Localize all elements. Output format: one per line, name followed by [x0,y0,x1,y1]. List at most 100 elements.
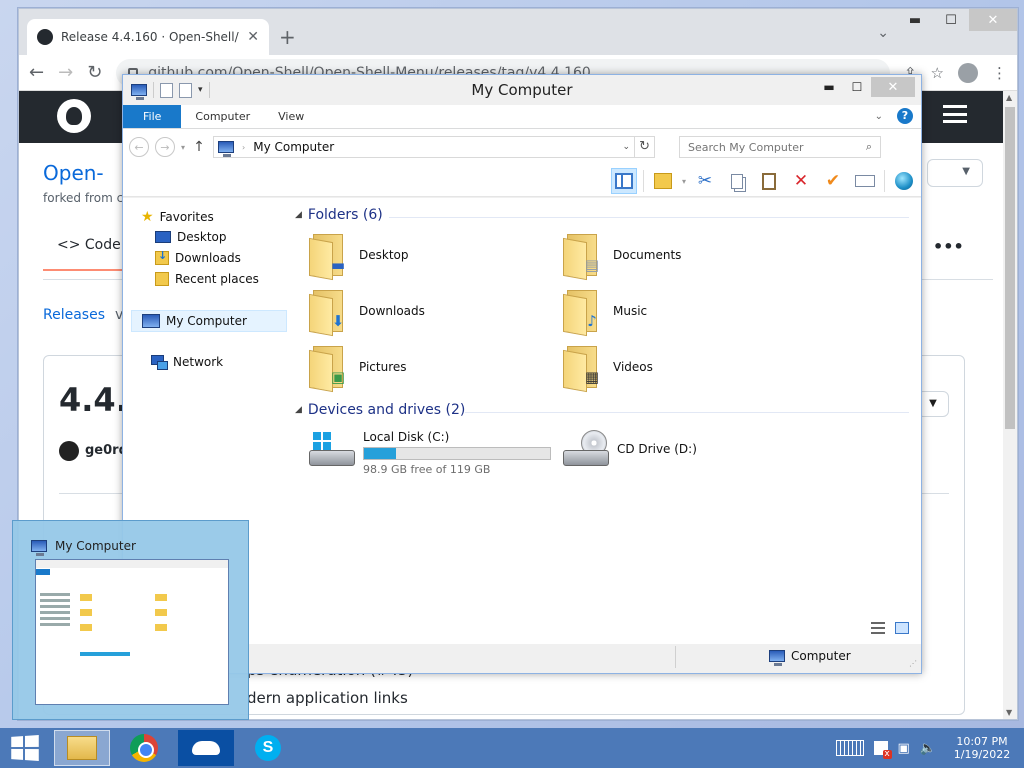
repo-actions-dropdown[interactable]: ▼ [927,159,983,187]
tab-close-icon[interactable]: ✕ [247,29,259,45]
tab-search-chevron-icon[interactable]: ⌄ [877,25,889,41]
search-box[interactable]: ⌕ [679,136,882,158]
pictures-folder-icon: ▣ [309,344,347,393]
drive-item-d[interactable]: CD Drive (D:) [563,430,697,470]
start-button[interactable] [11,735,39,761]
properties-button[interactable]: ✔ [820,168,846,194]
ribbon-expand-chevron-icon[interactable]: ⌄ [875,111,883,122]
taskbar-thumbnail-preview[interactable]: My Computer [12,520,249,720]
taskbar-skype-button[interactable]: S [240,730,296,766]
move-chevron-icon[interactable]: ▾ [682,177,686,186]
rename-button[interactable] [852,168,878,194]
touch-keyboard-icon[interactable] [835,740,864,756]
preview-pane-button[interactable] [610,168,637,194]
taskbar-explorer-button[interactable] [54,730,110,766]
tab-code[interactable]: <> Code [57,237,121,253]
more-tabs-button[interactable]: ••• [933,237,964,256]
large-icons-view-icon[interactable] [895,622,909,634]
devices-group-header[interactable]: ◢ Devices and drives (2) [295,402,465,418]
open-shell-button[interactable] [891,168,917,194]
folder-name: Downloads [359,304,425,318]
delete-button[interactable]: ✕ [788,168,814,194]
paste-button[interactable] [756,168,782,194]
collapse-triangle-icon[interactable]: ◢ [295,405,302,415]
move-to-folder-button[interactable] [650,168,676,194]
nav-downloads[interactable]: Downloads [155,249,241,265]
nav-label: Downloads [175,251,241,265]
explorer-minimize-button[interactable]: ▬ [815,77,843,97]
nav-desktop[interactable]: Desktop [155,230,227,244]
explorer-maximize-button[interactable]: ☐ [843,77,871,97]
reload-icon[interactable]: ↻ [87,62,102,83]
breadcrumb-separator-icon[interactable]: › [242,143,245,152]
refresh-button[interactable]: ↻ [635,136,656,158]
scroll-down-icon[interactable]: ▼ [1006,708,1012,717]
folder-item-pictures[interactable]: ▣ Pictures [309,344,407,393]
drive-name: CD Drive (D:) [617,442,697,456]
clock[interactable]: 10:07 PM 1/19/2022 [952,735,1012,761]
forward-button[interactable]: → [155,137,175,157]
recent-locations-chevron-icon[interactable]: ▾ [181,143,185,152]
forward-arrow-icon[interactable]: → [58,62,73,83]
taskbar-chrome-button[interactable] [116,730,172,766]
nav-network[interactable]: Network [151,355,223,370]
scrollbar-thumb[interactable] [1005,107,1015,429]
collapse-triangle-icon[interactable]: ◢ [295,210,302,220]
volume-icon[interactable]: 🔈 [920,741,936,756]
thumbnail-image[interactable] [35,559,229,705]
ribbon-tabs: File Computer View ⌄ ? [123,105,921,129]
author-avatar[interactable] [59,441,79,461]
bookmark-star-icon[interactable]: ☆ [931,64,944,82]
chrome-maximize-button[interactable]: ☐ [933,9,969,31]
explorer-window-controls: ▬ ☐ ✕ [815,77,915,97]
explorer-address-bar[interactable]: › My Computer ⌄ [213,136,636,158]
resize-grip-icon[interactable]: ⋰ [909,659,917,668]
separator [642,170,644,192]
repo-name-link[interactable]: Open- [43,161,104,185]
chrome-close-button[interactable]: ✕ [969,9,1017,31]
taskbar-onedrive-button[interactable] [178,730,234,766]
help-icon[interactable]: ? [897,108,913,124]
page-scrollbar[interactable]: ▲ ▼ [1003,91,1017,719]
cut-button[interactable]: ✂ [692,168,718,194]
hamburger-menu-icon[interactable] [943,105,967,123]
tab-file[interactable]: File [123,105,182,128]
breadcrumb-releases-link[interactable]: Releases [43,307,105,323]
copy-button[interactable] [724,168,750,194]
folder-item-documents[interactable]: ▤ Documents [563,232,681,281]
status-zone-label: Computer [791,649,851,663]
back-arrow-icon[interactable]: ← [29,62,44,83]
nav-my-computer[interactable]: My Computer [131,310,287,332]
address-history-chevron-icon[interactable]: ⌄ [622,142,630,152]
network-icon [151,355,168,370]
browser-tab[interactable]: Release 4.4.160 · Open-Shell/Open-Shell-… [27,19,269,55]
up-arrow-icon[interactable]: ↑ [191,139,207,155]
nav-favorites[interactable]: ★ Favorites [141,209,214,225]
tab-view[interactable]: View [264,105,318,128]
search-input[interactable] [688,140,866,154]
nav-recent-places[interactable]: Recent places [155,272,259,286]
profile-avatar[interactable] [958,62,978,83]
chrome-menu-icon[interactable]: ⋮ [992,64,1007,82]
explorer-close-button[interactable]: ✕ [871,77,915,97]
folder-item-music[interactable]: ♪ Music [563,288,647,337]
folder-item-downloads[interactable]: ⬇ Downloads [309,288,425,337]
folder-item-desktop[interactable]: ▬ Desktop [309,232,409,281]
back-button[interactable]: ← [129,137,149,157]
tab-computer[interactable]: Computer [181,105,264,128]
action-center-flag-icon[interactable] [873,741,892,759]
folder-item-videos[interactable]: ▦ Videos [563,344,653,393]
explorer-title-bar: ▾ My Computer ▬ ☐ ✕ [123,75,921,105]
drive-item-c[interactable]: Local Disk (C:) 98.9 GB free of 119 GB [309,430,551,476]
folder-name: Pictures [359,360,407,374]
downloads-icon [155,249,169,265]
network-tray-icon[interactable]: ▣ [898,741,910,756]
chrome-minimize-button[interactable]: ▬ [897,9,933,31]
scroll-up-icon[interactable]: ▲ [1006,93,1012,102]
folders-group-header[interactable]: ◢ Folders (6) [295,207,383,223]
new-tab-button[interactable]: + [279,25,296,49]
github-logo-icon[interactable] [57,99,91,133]
address-row: ← → ▾ ↑ › My Computer ⌄ ↻ ⌕ [123,129,921,165]
clock-time: 10:07 PM [956,735,1008,748]
details-view-icon[interactable] [871,622,885,634]
